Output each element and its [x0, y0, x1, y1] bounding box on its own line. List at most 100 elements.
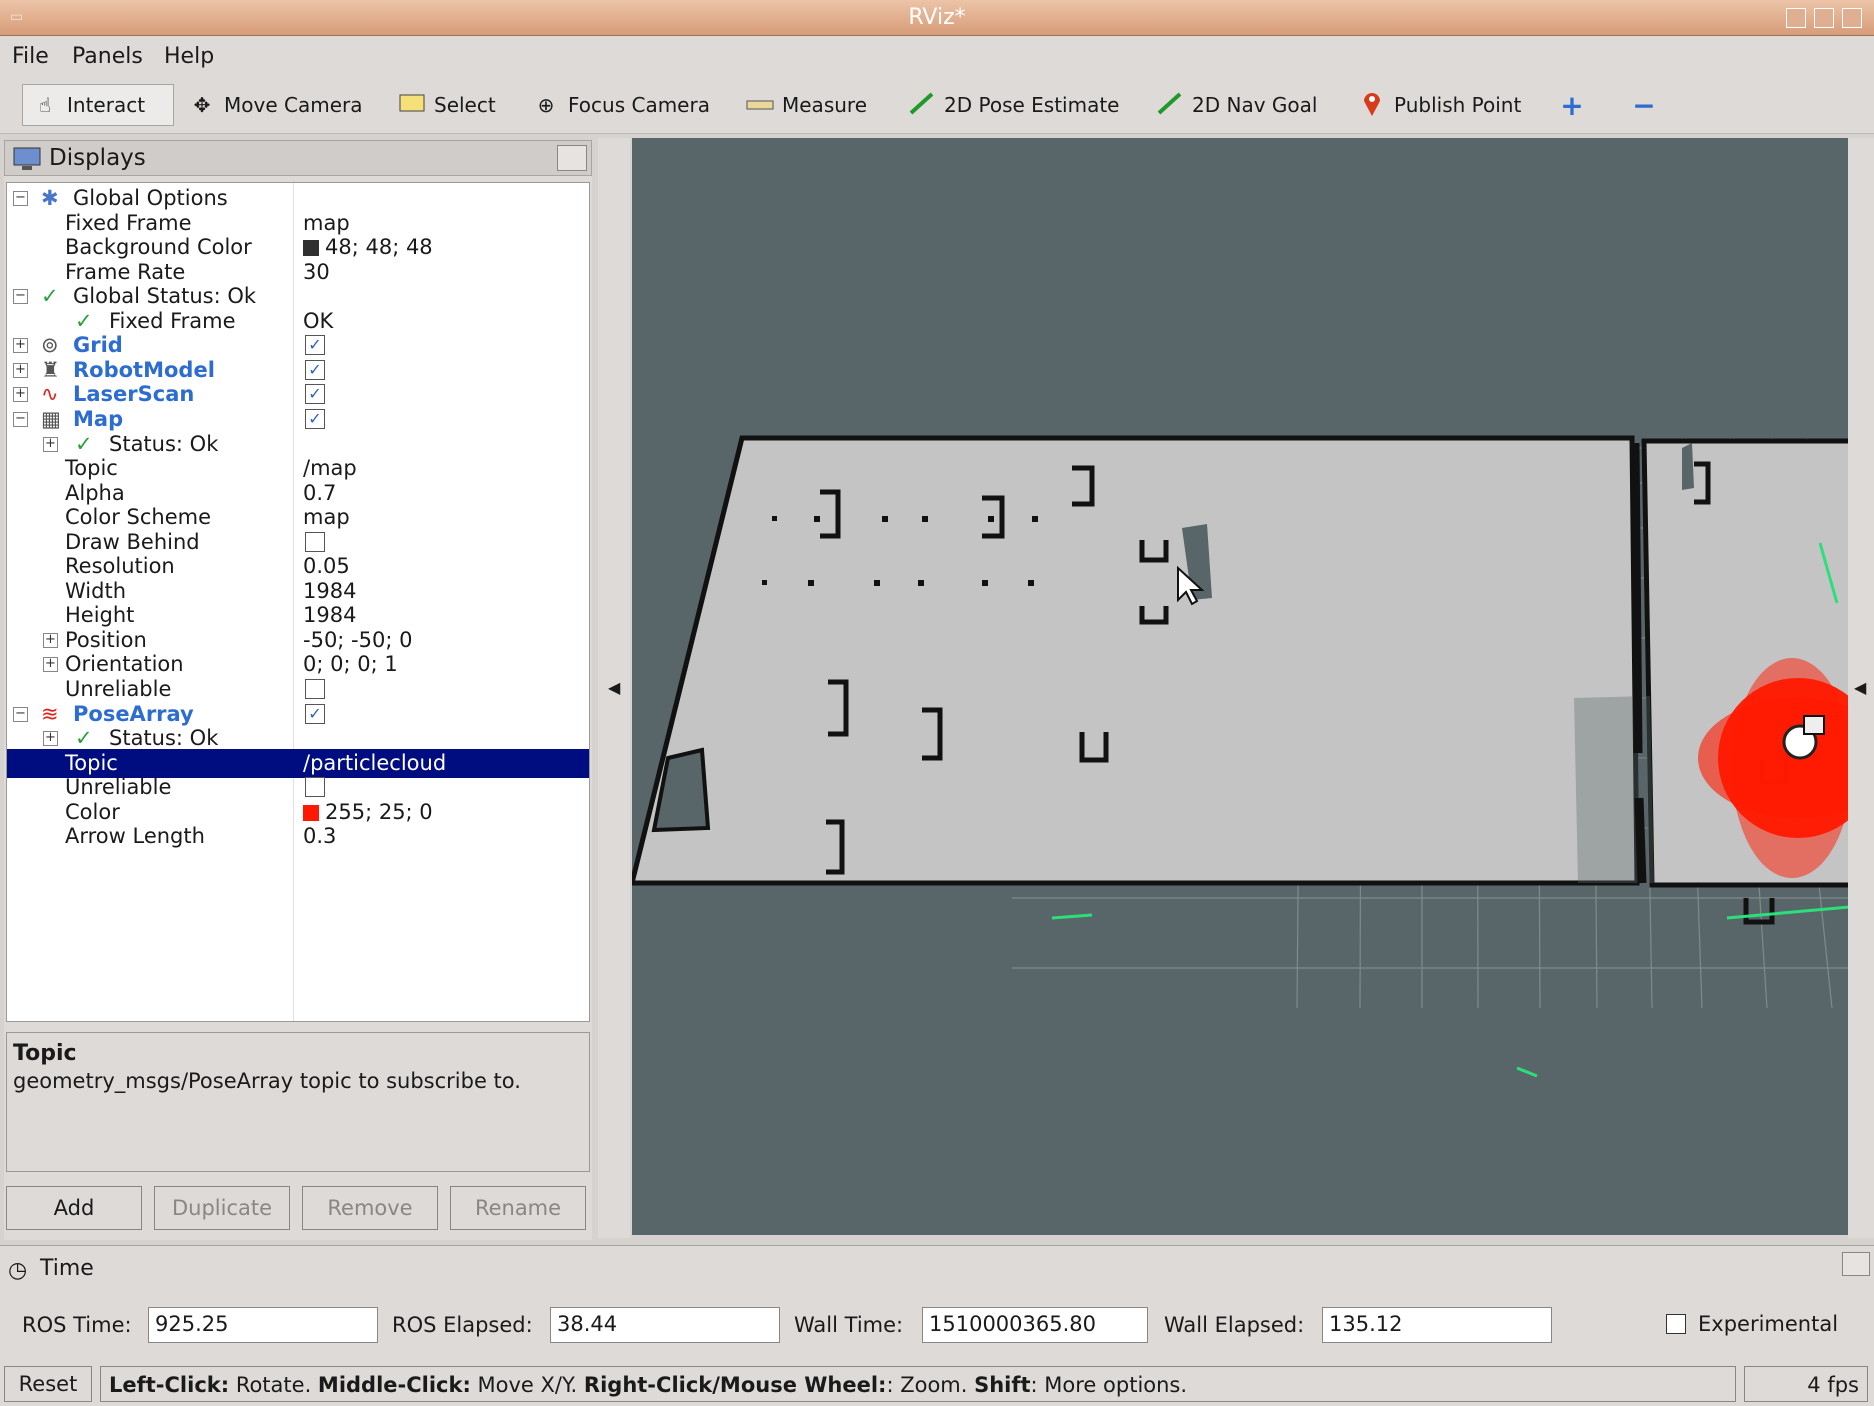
collapse-icon[interactable]: − [13, 191, 28, 206]
menu-file[interactable]: File [12, 44, 49, 69]
ros-elapsed-field[interactable]: 38.44 [550, 1307, 780, 1343]
collapse-icon[interactable]: − [13, 411, 28, 427]
tree-label: Draw Behind [65, 529, 200, 554]
enable-checkbox[interactable]: ✓ [305, 703, 325, 724]
add-tool-button[interactable]: + [1550, 84, 1594, 126]
tree-value: 255; 25; 0 [325, 799, 433, 824]
map-scene[interactable] [632, 138, 1848, 1235]
ruler-icon [746, 93, 774, 117]
tree-value-cell: 0.7 [303, 481, 336, 505]
tree-label: Unreliable [65, 775, 172, 800]
ros-time-field[interactable]: 925.25 [148, 1307, 378, 1343]
minus-icon: − [1632, 88, 1656, 122]
hint-key: Shift [974, 1373, 1031, 1397]
color-swatch [303, 804, 319, 821]
status-hint: Left-Click: Rotate. Middle-Click: Move X… [100, 1366, 1736, 1402]
duplicate-button[interactable]: Duplicate [154, 1186, 290, 1230]
goal-arrow-icon [1156, 90, 1184, 121]
tree-value-cell: 1984 [303, 579, 356, 603]
tree-value: 0.05 [303, 554, 350, 579]
tree-label: Frame Rate [65, 259, 186, 284]
tool-2d-nav-goal[interactable]: 2D Nav Goal [1148, 84, 1325, 126]
render-view[interactable] [632, 138, 1848, 1235]
minimize-icon[interactable] [1786, 8, 1806, 28]
status-bar: Reset Left-Click: Rotate. Middle-Click: … [0, 1364, 1874, 1406]
tree-label: Position [65, 627, 147, 652]
tool-move-camera[interactable]: ✥ Move Camera [180, 84, 370, 126]
focus-camera-icon: ⊕ [537, 93, 555, 117]
menu-help[interactable]: Help [164, 44, 214, 69]
rename-button[interactable]: Rename [450, 1186, 586, 1230]
panel-splitter[interactable]: ◀ [598, 138, 630, 1238]
tree-value: 48; 48; 48 [325, 235, 433, 260]
tool-measure[interactable]: Measure [738, 84, 875, 126]
tree-label: Topic [65, 750, 118, 775]
property-description: Topic geometry_msgs/PoseArray topic to s… [6, 1032, 590, 1172]
tree-value: /particlecloud [303, 750, 447, 775]
tree-value: 1984 [303, 578, 357, 603]
tree-label: Status: Ok [109, 726, 219, 751]
tool-publish-point[interactable]: Publish Point [1350, 84, 1529, 126]
collapse-icon[interactable]: − [13, 289, 28, 305]
tree-value: 0.3 [303, 824, 337, 849]
hint-key: Middle-Click: [317, 1373, 471, 1397]
enable-checkbox[interactable]: ✓ [305, 359, 325, 380]
collapse-right-icon[interactable]: ◀ [1854, 678, 1866, 697]
close-icon[interactable] [1842, 8, 1862, 28]
grid-icon: ⊚ [41, 333, 59, 358]
tool-2d-pose-estimate[interactable]: 2D Pose Estimate [900, 84, 1128, 126]
experimental-checkbox[interactable] [1666, 1314, 1686, 1334]
tree-value-cell: 255; 25; 0 [303, 800, 433, 824]
tree-label: Arrow Length [65, 824, 205, 849]
expand-icon[interactable]: + [43, 657, 58, 673]
tree-value-cell: 30 [303, 260, 330, 284]
enable-checkbox[interactable] [305, 679, 325, 699]
enable-checkbox[interactable]: ✓ [305, 408, 325, 429]
tool-interact[interactable]: ☝ Interact [22, 84, 174, 126]
experimental-label: Experimental [1698, 1312, 1839, 1336]
tree-value-cell: OK [303, 309, 333, 333]
tool-select[interactable]: Select [390, 84, 504, 126]
expand-icon[interactable]: + [43, 436, 58, 452]
tree-row[interactable]: Arrow Length 0.3 [7, 822, 589, 851]
add-button[interactable]: Add [6, 1186, 142, 1230]
right-dock-splitter[interactable]: ◀ [1848, 138, 1874, 1238]
enable-checkbox[interactable]: ✓ [305, 384, 325, 405]
maximize-icon[interactable] [1814, 8, 1834, 28]
title-bar: ▭ RViz* [0, 0, 1874, 36]
expand-icon[interactable]: + [13, 387, 28, 403]
reset-button[interactable]: Reset [4, 1366, 92, 1402]
enable-checkbox[interactable] [305, 777, 325, 798]
enable-checkbox[interactable]: ✓ [305, 335, 325, 356]
monitor-icon [13, 147, 41, 177]
expand-icon[interactable]: + [13, 362, 28, 378]
tree-value: 0; 0; 0; 1 [303, 652, 398, 677]
wall-time-field[interactable]: 1510000365.80 [922, 1307, 1148, 1343]
check-icon: ✓ [75, 431, 93, 456]
fps-readout: 4 fps [1744, 1366, 1868, 1402]
description-heading: Topic [13, 1041, 77, 1066]
tree-label: Fixed Frame [109, 308, 236, 333]
tree-label: Height [65, 603, 135, 628]
select-icon [398, 93, 426, 118]
collapse-icon[interactable]: − [13, 706, 28, 722]
wall-elapsed-field[interactable]: 135.12 [1322, 1307, 1552, 1343]
expand-icon[interactable]: + [13, 338, 28, 354]
tool-focus-camera[interactable]: ⊕ Focus Camera [524, 84, 718, 126]
tree-label: Unreliable [65, 677, 172, 701]
tree-label: Fixed Frame [65, 210, 192, 235]
menu-panels[interactable]: Panels [72, 44, 143, 69]
time-undock-icon[interactable] [1842, 1252, 1870, 1276]
hint-text: : Zoom. [886, 1373, 975, 1397]
hint-key: Left-Click: [109, 1373, 230, 1397]
enable-checkbox[interactable] [305, 531, 325, 552]
check-icon: ✓ [75, 726, 93, 751]
tree-label: Width [65, 578, 127, 603]
remove-tool-button[interactable]: − [1622, 84, 1666, 126]
expand-icon[interactable]: + [43, 632, 58, 648]
tree-value: 1984 [303, 603, 357, 628]
expand-icon[interactable]: + [43, 731, 58, 747]
undock-icon[interactable] [557, 145, 587, 171]
collapse-left-icon[interactable]: ◀ [608, 678, 620, 697]
remove-button[interactable]: Remove [302, 1186, 438, 1230]
